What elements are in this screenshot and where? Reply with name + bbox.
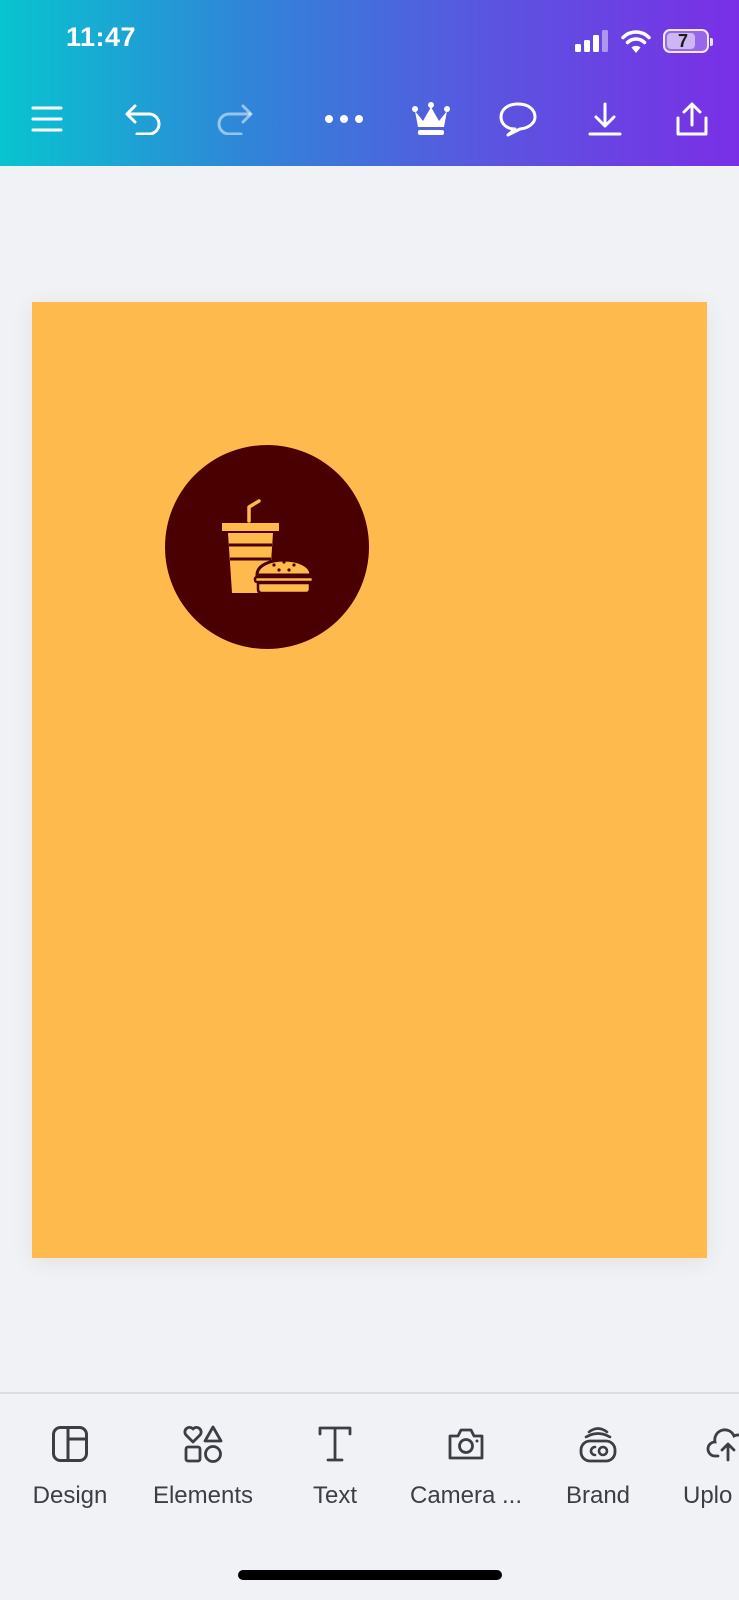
redo-icon — [217, 104, 253, 135]
premium-button[interactable] — [404, 92, 458, 146]
redo-button[interactable] — [208, 92, 262, 146]
wifi-icon — [621, 30, 651, 53]
undo-button[interactable] — [116, 92, 170, 146]
tab-elements-label: Elements — [152, 1482, 254, 1509]
more-options-button[interactable] — [317, 92, 371, 146]
comment-icon — [499, 102, 537, 137]
tab-uploads[interactable]: Uplo — [660, 1422, 739, 1510]
logo-badge[interactable] — [165, 445, 369, 649]
undo-icon — [125, 104, 161, 135]
tab-text[interactable]: Text — [269, 1422, 401, 1510]
more-icon — [325, 115, 363, 123]
comment-button[interactable] — [491, 92, 545, 146]
tab-uploads-label: Uplo — [683, 1482, 733, 1509]
share-button[interactable] — [665, 92, 719, 146]
share-icon — [676, 102, 708, 136]
upload-cloud-icon — [706, 1428, 739, 1462]
cellular-signal-icon — [575, 30, 608, 52]
tab-elements[interactable]: Elements — [137, 1422, 269, 1510]
bottom-tab-bar: Design Elements Text Camera ... Brand Up… — [0, 1392, 739, 1600]
brand-icon — [579, 1427, 617, 1463]
menu-button[interactable] — [20, 92, 74, 146]
status-icons: 7 — [575, 26, 713, 56]
crown-icon — [412, 102, 450, 135]
battery-icon: 7 — [663, 29, 713, 53]
text-icon — [318, 1426, 352, 1462]
download-button[interactable] — [578, 92, 632, 146]
tab-camera-label: Camera ... — [409, 1482, 523, 1509]
fast-food-icon — [222, 499, 315, 595]
design-layout-icon — [52, 1426, 88, 1462]
tab-brand-label: Brand — [565, 1482, 631, 1509]
menu-icon — [31, 106, 63, 132]
tab-text-label: Text — [312, 1482, 357, 1509]
tab-design[interactable]: Design — [4, 1422, 136, 1510]
status-time: 11:47 — [66, 22, 137, 52]
camera-icon — [448, 1428, 484, 1460]
elements-shapes-icon — [183, 1425, 223, 1463]
tab-design-label: Design — [32, 1482, 108, 1509]
download-icon — [588, 102, 622, 136]
top-toolbar: 11:47 7 — [0, 0, 739, 166]
home-indicator — [238, 1570, 502, 1580]
design-canvas-page[interactable] — [32, 302, 707, 1258]
tab-brand[interactable]: Brand — [532, 1422, 664, 1510]
battery-level: 7 — [677, 30, 688, 51]
tab-camera[interactable]: Camera ... — [400, 1422, 532, 1510]
